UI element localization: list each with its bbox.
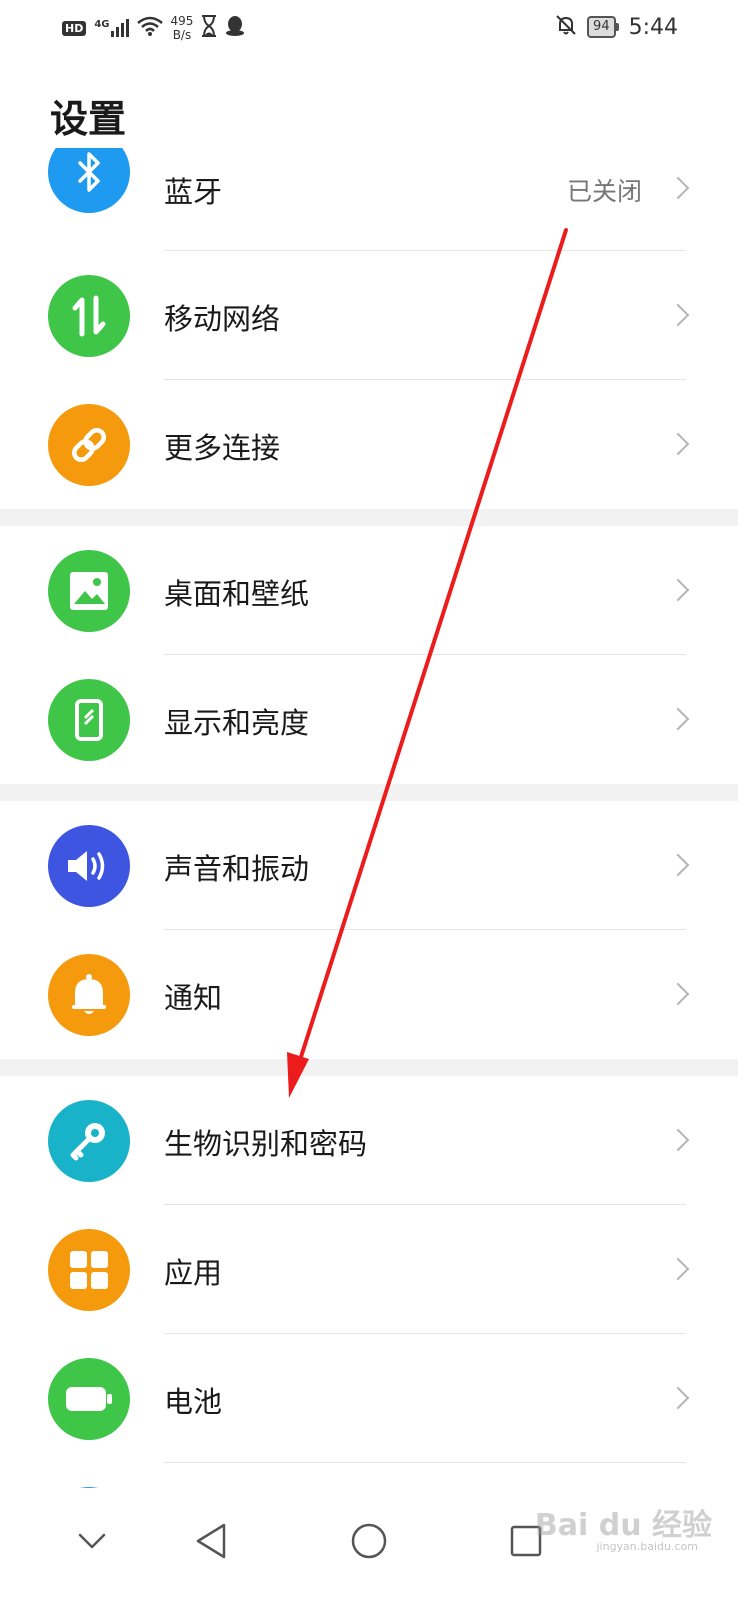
bluetooth-status: 已关闭 (566, 177, 642, 206)
speed-unit: B/s (172, 28, 192, 42)
speaker-icon (48, 825, 130, 907)
chevron-right-icon (666, 982, 690, 1006)
battery-indicator: 94 (587, 16, 619, 38)
setting-biometrics-password[interactable]: 生物识别和密码 (0, 1076, 738, 1205)
mute-bell-icon (555, 14, 577, 40)
hd-icon: HD (62, 20, 87, 36)
arrows-updown-icon (48, 275, 130, 357)
setting-label: 桌面和壁纸 (164, 577, 310, 611)
watermark-logo: Bai du 经验 (534, 1508, 712, 1543)
apps-grid-icon (48, 1229, 130, 1311)
chevron-right-icon (666, 578, 690, 602)
phone-display-icon (48, 679, 130, 761)
back-button[interactable] (176, 1508, 246, 1578)
group-connections: 蓝牙 已关闭 移动网络 更多连接 (0, 148, 738, 509)
setting-label: 更多连接 (164, 431, 281, 465)
status-bar: HD 4G 495 B/s 94 5:44 (0, 0, 738, 58)
hourglass-icon (201, 15, 217, 41)
setting-label: 电池 (164, 1385, 223, 1419)
image-icon (48, 550, 130, 632)
settings-list[interactable]: 蓝牙 已关闭 移动网络 更多连接 桌面和壁纸 显示和亮度 声音和振动 通知 生物… (0, 148, 738, 1488)
group-separator (0, 1059, 738, 1076)
setting-label: 应用 (164, 1256, 223, 1290)
link-icon (48, 404, 130, 486)
chevron-right-icon (666, 1128, 690, 1152)
chevron-right-icon (666, 432, 690, 456)
group-sound: 声音和振动 通知 (0, 801, 738, 1059)
setting-apps[interactable]: 应用 (0, 1205, 738, 1334)
group-separator (0, 784, 738, 801)
setting-label: 蓝牙 (164, 175, 223, 209)
wifi-icon (136, 16, 163, 40)
chevron-right-icon (666, 707, 690, 731)
qq-icon (225, 15, 245, 41)
hide-nav-button[interactable] (57, 1508, 127, 1578)
battery-tip (615, 23, 619, 31)
group-system: 生物识别和密码 应用 电池 (0, 1076, 738, 1488)
network-speed: 495 B/s (171, 14, 194, 42)
setting-home-wallpaper[interactable]: 桌面和壁纸 (0, 526, 738, 655)
chevron-down-icon (77, 1532, 107, 1554)
setting-bluetooth[interactable]: 蓝牙 已关闭 (0, 148, 738, 251)
chevron-right-icon (666, 176, 690, 200)
chevron-right-icon (666, 1257, 690, 1281)
setting-label: 移动网络 (164, 302, 281, 336)
group-separator (0, 509, 738, 526)
setting-more-connections[interactable]: 更多连接 (0, 380, 738, 509)
signal-icon: 4G (94, 19, 129, 37)
setting-next-partial[interactable] (0, 1463, 738, 1488)
page-title: 设置 (50, 97, 127, 141)
bluetooth-icon (48, 148, 130, 213)
chevron-right-icon (666, 1386, 690, 1410)
setting-notifications[interactable]: 通知 (0, 930, 738, 1059)
group-display: 桌面和壁纸 显示和亮度 (0, 526, 738, 784)
back-triangle-icon (194, 1522, 228, 1564)
speed-value: 495 (170, 14, 194, 28)
home-circle-icon (350, 1522, 388, 1564)
setting-label: 生物识别和密码 (164, 1127, 368, 1161)
setting-label: 通知 (164, 981, 223, 1015)
status-left: HD 4G 495 B/s (62, 14, 245, 42)
setting-label: 显示和亮度 (164, 706, 310, 740)
setting-battery[interactable]: 电池 (0, 1334, 738, 1463)
home-button[interactable] (334, 1508, 404, 1578)
chevron-right-icon (666, 853, 690, 877)
network-type: 4G (94, 19, 110, 30)
key-icon (48, 1100, 130, 1182)
chevron-right-icon (666, 303, 690, 327)
clock: 5:44 (628, 14, 678, 40)
setting-label: 声音和振动 (164, 852, 310, 886)
setting-sound-vibration[interactable]: 声音和振动 (0, 801, 738, 930)
status-right: 94 5:44 (555, 14, 678, 40)
watermark-url: jingyan.baidu.com (596, 1540, 698, 1553)
setting-mobile-network[interactable]: 移动网络 (0, 251, 738, 380)
battery-level: 94 (587, 16, 616, 38)
battery-icon (48, 1358, 130, 1440)
setting-display-brightness[interactable]: 显示和亮度 (0, 655, 738, 784)
bell-icon (48, 954, 130, 1036)
